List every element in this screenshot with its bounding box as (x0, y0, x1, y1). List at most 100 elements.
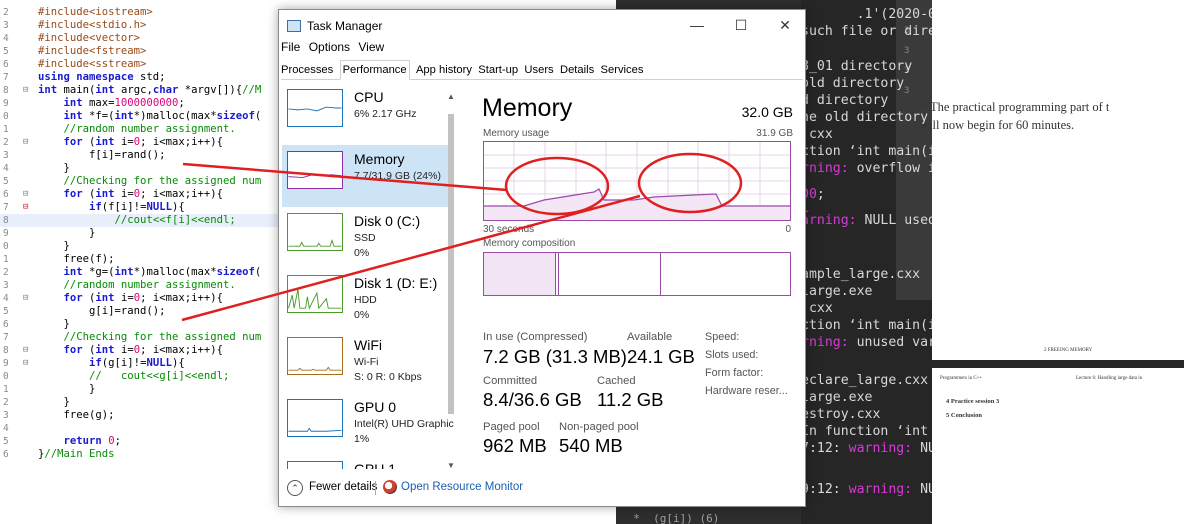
code-line[interactable]: 6}//Main Ends (0, 448, 300, 461)
code-line[interactable]: 5 //Checking for the assigned num (0, 175, 300, 188)
fold-toggle-icon[interactable]: ⊟ (23, 84, 34, 97)
title-bar[interactable]: Task Manager — ☐ ✕ (279, 10, 805, 42)
code-line[interactable]: 2 #include<iostream> (0, 6, 300, 19)
sidebar-item-label: CPU (354, 89, 384, 105)
code-line[interactable]: 2 ⊟ for (int i=0; i<max;i++){ (0, 136, 300, 149)
task-manager-window[interactable]: Task Manager — ☐ ✕ File Options View Pro… (278, 9, 806, 507)
code-text: for (int i=0; i<max;i++){ (63, 344, 224, 356)
code-line[interactable]: 5 #include<fstream> (0, 45, 300, 58)
sidebar-item-disk-1-d-e[interactable]: Disk 1 (D: E:) HDD 0% (282, 269, 454, 331)
code-line[interactable]: 8 ⊟ for (int i=0; i<max;i++){ (0, 344, 300, 357)
code-line[interactable]: 5 return 0; (0, 435, 300, 448)
fold-toggle-icon[interactable]: ⊟ (23, 188, 34, 201)
code-line[interactable]: 7 using namespace std; (0, 71, 300, 84)
code-text: } (38, 240, 70, 252)
code-line[interactable]: 3 f[i]=rand(); (0, 149, 300, 162)
code-line[interactable]: 5 g[i]=rand(); (0, 305, 300, 318)
code-line[interactable]: 6 } (0, 318, 300, 331)
tab-details[interactable]: Details (560, 61, 594, 81)
code-text: #include<vector> (38, 32, 141, 44)
fold-toggle-icon[interactable]: ⊟ (23, 357, 34, 370)
code-line[interactable]: 9 } (0, 227, 300, 240)
code-line[interactable]: 2 int *g=(int*)malloc(max*sizeof( (0, 266, 300, 279)
line-number: 9 (3, 228, 9, 239)
sidebar-item-gpu-0[interactable]: GPU 0 Intel(R) UHD Graphic 1% (282, 393, 454, 455)
sidebar-scrollbar[interactable]: ▲ ▼ (445, 92, 457, 470)
sidebar-item-wifi[interactable]: WiFi Wi-Fi S: 0 R: 0 Kbps (282, 331, 454, 393)
fold-toggle-icon[interactable]: ⊟ (23, 292, 34, 305)
chevron-up-icon[interactable]: ⌃ (287, 480, 303, 496)
code-line[interactable]: 0 // cout<<g[i]<<endl; (0, 370, 300, 383)
code-line[interactable]: 0 } (0, 240, 300, 253)
fewer-details-link[interactable]: Fewer details (309, 481, 377, 493)
line-number: 5 (3, 436, 9, 447)
tab-services[interactable]: Services (601, 61, 644, 81)
sidebar-thumbnail-graph (287, 337, 343, 375)
code-text: } (38, 318, 70, 330)
menu-options[interactable]: Options (309, 40, 350, 54)
code-line[interactable]: 8 //cout<<f[i]<<endl; (0, 214, 300, 227)
code-line[interactable]: 4 #include<vector> (0, 32, 300, 45)
tab-app-history[interactable]: App history (416, 61, 472, 81)
fold-toggle-icon[interactable]: ⊟ (23, 136, 34, 149)
code-line[interactable]: 0 int *f=(int*)malloc(max*sizeof( (0, 110, 300, 123)
code-line[interactable]: 2 } (0, 396, 300, 409)
code-line[interactable]: 3 free(g); (0, 409, 300, 422)
line-number: 1 (3, 384, 9, 395)
minimize-button[interactable]: — (675, 10, 719, 40)
code-line[interactable]: 9 int max=1000000000; (0, 97, 300, 110)
line-number: 5 (3, 46, 9, 57)
sidebar-item-detail: HDD (354, 294, 377, 306)
code-line[interactable]: 6 ⊟ for (int i=0; i<max;i++){ (0, 188, 300, 201)
tab-performance[interactable]: Performance (339, 60, 410, 80)
line-number: 2 (3, 7, 9, 18)
menu-view[interactable]: View (358, 40, 384, 54)
code-line[interactable]: 8 ⊟ int main(int argc,char *argv[]){//M (0, 84, 300, 97)
sidebar-thumbnail-graph (287, 213, 343, 251)
tab-start-up[interactable]: Start-up (478, 61, 518, 81)
code-line[interactable]: 4 } (0, 162, 300, 175)
tab-users[interactable]: Users (524, 61, 553, 81)
tab-bar: Processes Performance App history Start-… (281, 60, 803, 80)
code-line[interactable]: 7 //Checking for the assigned num (0, 331, 300, 344)
line-number: 9 (3, 98, 9, 109)
line-number: 7 (3, 202, 9, 213)
footer-bar: ⌃ Fewer details Open Resource Monitor (279, 472, 805, 506)
menu-bar: File Options View (281, 40, 389, 58)
sidebar-item-memory[interactable]: Memory 7.7/31.9 GB (24%) (282, 145, 454, 207)
code-text: int main(int argc,char *argv[]){//M (38, 84, 262, 96)
line-number: 5 (3, 176, 9, 187)
code-line[interactable]: 1 //random number assignment. (0, 123, 300, 136)
code-line[interactable]: 1 } (0, 383, 300, 396)
close-button[interactable]: ✕ (763, 10, 807, 40)
fold-toggle-icon[interactable]: ⊟ (23, 344, 34, 357)
maximize-button[interactable]: ☐ (719, 10, 763, 40)
pdf-page-bottom: Programmers in C++ Lecture 6: Handling l… (932, 368, 1184, 524)
code-line[interactable]: 6 #include<sstream> (0, 58, 300, 71)
scroll-down-icon[interactable]: ▼ (445, 461, 457, 470)
code-editor[interactable]: 2 #include<iostream> 3 #include<stdio.h> 4 #i… (0, 0, 300, 524)
sidebar-item-label: GPU 0 (354, 399, 397, 415)
sidebar-item-disk-0-c[interactable]: Disk 0 (C:) SSD 0% (282, 207, 454, 269)
sidebar-item-label: Memory (354, 151, 405, 167)
available-value: 24.1 GB (627, 346, 695, 367)
sidebar-item-cpu[interactable]: CPU 6% 2.17 GHz (282, 83, 454, 145)
code-line[interactable]: 1 free(f); (0, 253, 300, 266)
code-line[interactable]: 9 ⊟ if(g[i]!=NULL){ (0, 357, 300, 370)
code-line[interactable]: 3 #include<stdio.h> (0, 19, 300, 32)
sidebar-item-gpu-1[interactable]: GPU 1 (282, 455, 454, 469)
performance-sidebar: CPU 6% 2.17 GHz Memory 7.7/31.9 GB (24%) Dis… (280, 83, 460, 469)
code-text: } (38, 227, 96, 239)
terminal-line: old directory (801, 76, 905, 91)
code-line[interactable]: 3 //random number assignment. (0, 279, 300, 292)
tab-processes[interactable]: Processes (281, 61, 333, 81)
menu-file[interactable]: File (281, 40, 300, 54)
code-line[interactable]: 7 ⊟ if(f[i]!=NULL){ (0, 201, 300, 214)
in-use-value: 7.2 GB (31.3 MB) (483, 346, 627, 367)
fold-toggle-icon[interactable]: ⊟ (23, 201, 34, 214)
scroll-up-icon[interactable]: ▲ (445, 92, 457, 101)
open-resource-monitor-link[interactable]: Open Resource Monitor (401, 481, 523, 493)
code-line[interactable]: 4 ⊟ for (int i=0; i<max;i++){ (0, 292, 300, 305)
code-line[interactable]: 4 (0, 422, 300, 435)
scrollbar-thumb[interactable] (448, 114, 454, 414)
